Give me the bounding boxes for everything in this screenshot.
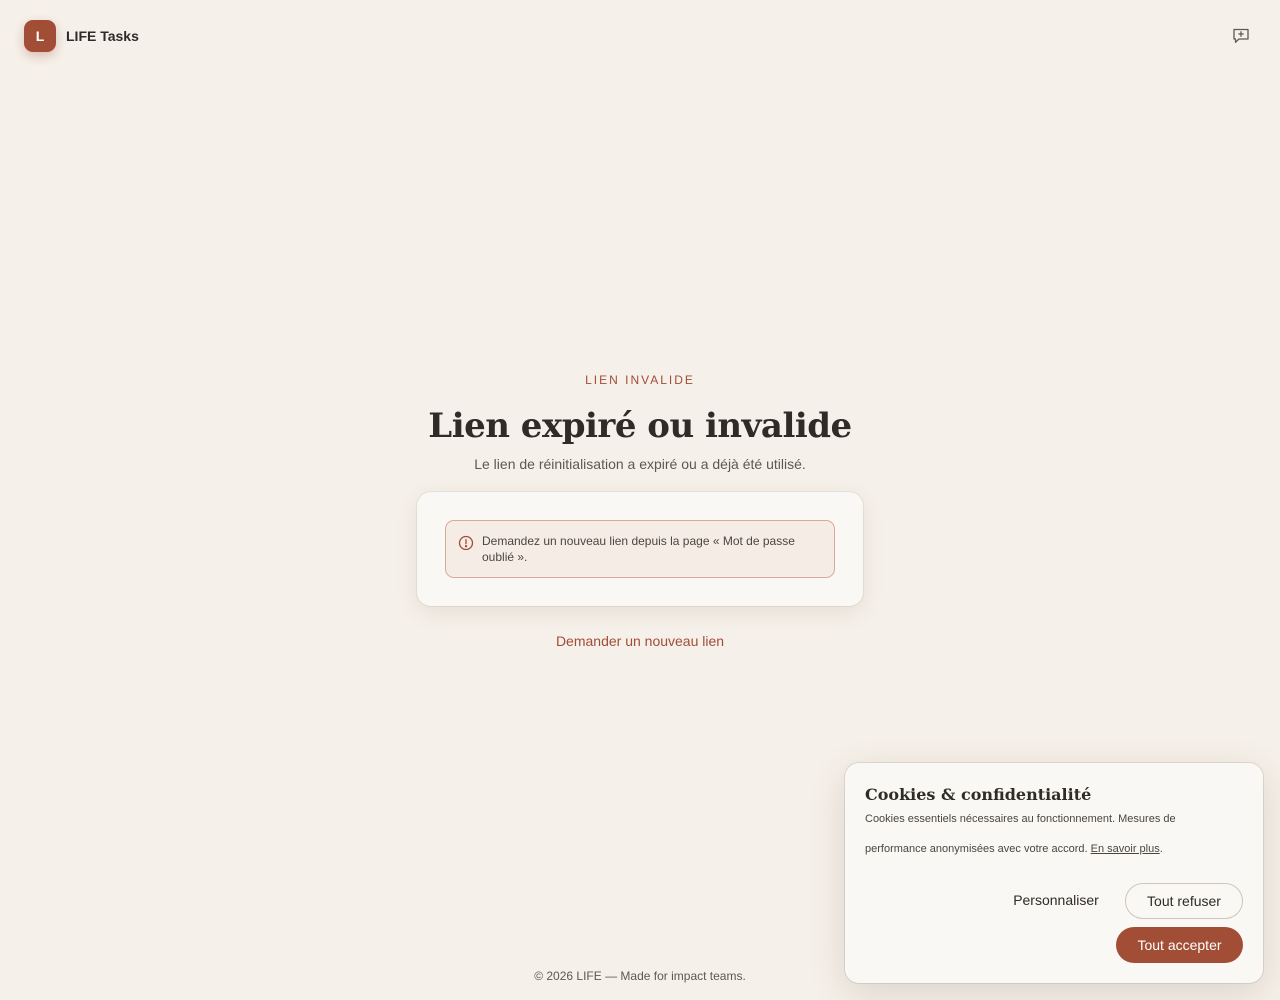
cookie-text-end: .	[1159, 843, 1163, 855]
page-subtitle: Le lien de réinitialisation a expiré ou …	[474, 456, 806, 472]
refuse-all-button[interactable]: Tout refuser	[1125, 883, 1243, 919]
learn-more-link[interactable]: En savoir plus	[1091, 843, 1160, 855]
alert-circle-icon	[458, 535, 474, 551]
page-title: Lien expiré ou invalide	[428, 406, 852, 446]
app-name[interactable]: LIFE Tasks	[66, 27, 139, 45]
main-content: LIEN INVALIDE Lien expiré ou invalide Le…	[0, 360, 1280, 649]
cookie-description: Cookies essentiels nécessaires au foncti…	[865, 804, 1235, 864]
feedback-button[interactable]	[1229, 24, 1253, 48]
message-plus-icon	[1233, 28, 1249, 43]
logo-badge[interactable]: L	[24, 20, 56, 52]
request-new-link[interactable]: Demander un nouveau lien	[0, 632, 1280, 650]
alert-message: Demandez un nouveau lien depuis la page …	[482, 534, 795, 564]
accept-all-button[interactable]: Tout accepter	[1116, 927, 1243, 963]
personalize-button[interactable]: Personnaliser	[1000, 883, 1112, 917]
info-card: Demandez un nouveau lien depuis la page …	[417, 492, 863, 606]
eyebrow-label: LIEN INVALIDE	[585, 373, 695, 387]
cookie-title: Cookies & confidentialité	[865, 785, 1092, 804]
error-alert: Demandez un nouveau lien depuis la page …	[445, 520, 835, 578]
top-bar: L LIFE Tasks	[0, 0, 1280, 72]
